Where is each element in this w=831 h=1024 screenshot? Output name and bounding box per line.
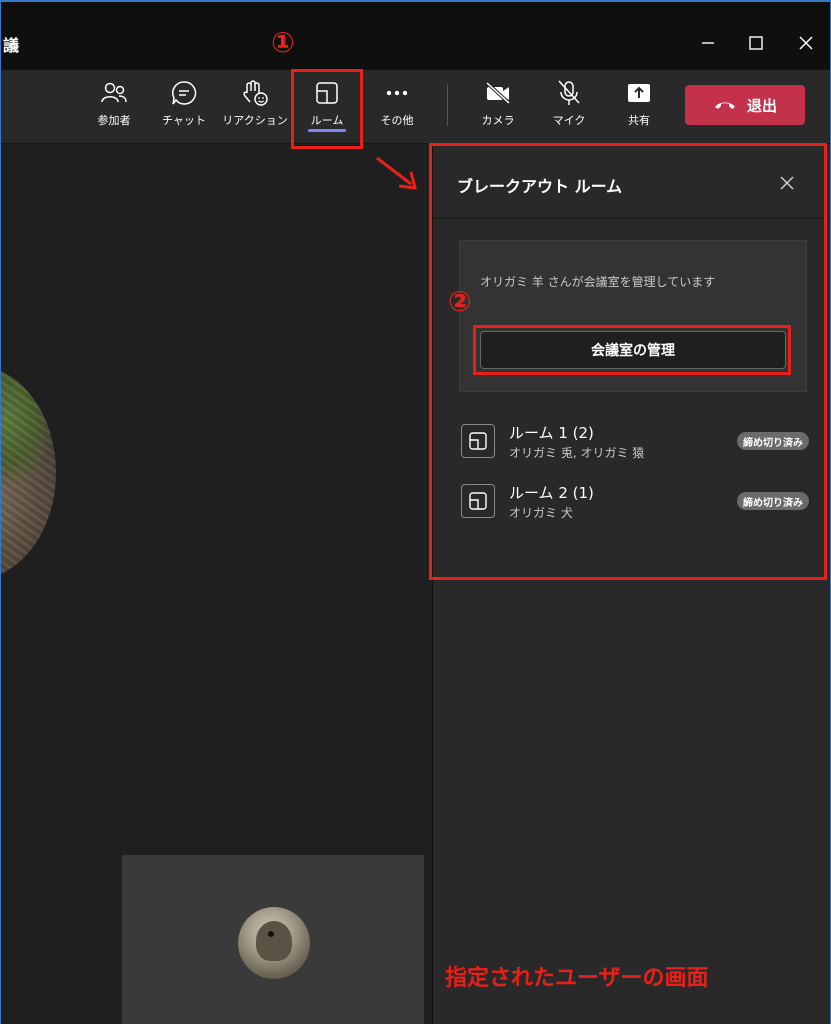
reaction-hand-icon xyxy=(243,80,268,106)
more-icon xyxy=(386,90,408,96)
mic-button[interactable]: マイク xyxy=(534,78,604,134)
rooms-label: ルーム xyxy=(310,114,344,127)
room-members: オリガミ 犬 xyxy=(509,506,573,520)
room-name: ルーム 2 (1) xyxy=(509,484,594,502)
share-button[interactable]: 共有 xyxy=(604,78,674,134)
panel-close-button[interactable] xyxy=(775,171,799,195)
camera-off-icon xyxy=(485,81,511,105)
participant-video-avatar xyxy=(1,365,56,580)
maximize-button[interactable] xyxy=(741,28,771,58)
room-list-item[interactable]: ルーム 1 (2) オリガミ 兎, オリガミ 猿 締め切り済み xyxy=(461,420,811,466)
breakout-rooms-panel: ブレークアウト ルーム オリガミ 羊 さんが会議室を管理しています 会議室の管理… xyxy=(432,145,830,1024)
people-icon xyxy=(101,82,127,103)
room-manager-card: オリガミ 羊 さんが会議室を管理しています 会議室の管理 xyxy=(459,240,807,392)
window-title: 議 xyxy=(3,36,20,55)
arrow-icon xyxy=(376,156,417,190)
annotation-caption: 指定されたユーザーの画面 xyxy=(445,966,709,991)
self-video-tile xyxy=(122,855,424,1024)
room-icon xyxy=(461,484,495,518)
title-bar: 議 xyxy=(1,2,830,70)
reaction-button[interactable]: リアクション xyxy=(220,78,290,134)
video-stage xyxy=(1,145,431,1024)
room-name: ルーム 1 (2) xyxy=(509,424,594,442)
phone-hangup-icon xyxy=(714,102,735,109)
participants-label: 参加者 xyxy=(97,114,131,127)
chat-icon xyxy=(172,81,197,105)
close-icon xyxy=(799,36,813,50)
room-icon xyxy=(461,424,495,458)
rooms-button[interactable]: ルーム xyxy=(292,78,362,134)
share-label: 共有 xyxy=(628,114,650,127)
mic-off-icon xyxy=(558,80,580,105)
camera-button[interactable]: カメラ xyxy=(463,78,533,134)
maximize-icon xyxy=(749,36,763,50)
self-avatar xyxy=(238,907,310,979)
room-manager-text: オリガミ 羊 さんが会議室を管理しています xyxy=(480,275,716,289)
chat-label: チャット xyxy=(162,114,206,127)
leave-button[interactable]: 退出 xyxy=(685,85,805,125)
step-2-marker: ② xyxy=(448,285,472,318)
manage-rooms-button[interactable]: 会議室の管理 xyxy=(480,331,786,369)
camera-label: カメラ xyxy=(481,114,515,127)
close-window-button[interactable] xyxy=(791,28,821,58)
meeting-toolbar: 参加者 チャット リアクション ルーム その他 カメラ マイク 共有 退出 xyxy=(1,70,830,144)
minimize-icon xyxy=(702,42,714,44)
breakout-room-icon xyxy=(316,82,338,104)
active-tab-underline xyxy=(308,129,346,132)
teams-meeting-window: 議 参加者 チャット リアクション ルーム その他 カメラ マイク 共有 退出 … xyxy=(0,0,831,1024)
room-status-badge: 締め切り済み xyxy=(737,492,809,510)
minimize-button[interactable] xyxy=(693,28,723,58)
room-members: オリガミ 兎, オリガミ 猿 xyxy=(509,446,645,460)
more-label: その他 xyxy=(380,114,414,127)
panel-title: ブレークアウト ルーム xyxy=(457,177,623,196)
step-1-marker: ① xyxy=(271,26,295,59)
room-list-item[interactable]: ルーム 2 (1) オリガミ 犬 締め切り済み xyxy=(461,480,811,526)
chat-button[interactable]: チャット xyxy=(149,78,219,134)
toolbar-divider xyxy=(447,84,448,126)
reaction-label: リアクション xyxy=(222,114,288,127)
share-icon xyxy=(628,84,650,102)
more-button[interactable]: その他 xyxy=(362,78,432,134)
participants-button[interactable]: 参加者 xyxy=(79,78,149,134)
leave-label: 退出 xyxy=(746,96,777,115)
close-icon xyxy=(780,176,794,190)
room-status-badge: 締め切り済み xyxy=(737,432,809,450)
mic-label: マイク xyxy=(552,114,586,127)
panel-header: ブレークアウト ルーム xyxy=(433,145,830,219)
